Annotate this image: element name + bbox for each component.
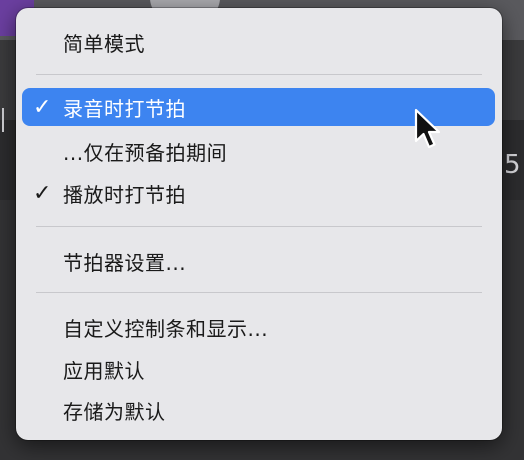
menu-item-metronome-settings[interactable]: 节拍器设置... [16, 242, 502, 280]
menu-item-label: 播放时打节拍 [63, 182, 186, 207]
menu-item-apply-default[interactable]: 应用默认 [16, 350, 502, 388]
menu-item-label: ...仅在预备拍期间 [63, 140, 228, 165]
mouse-pointer-icon [414, 108, 441, 149]
menu-item-label: 应用默认 [63, 358, 145, 383]
menu-item-label: 简单模式 [63, 31, 145, 56]
menu-item-save-as-default[interactable]: 存储为默认 [16, 391, 502, 429]
checkmark-icon: ✓ [33, 180, 52, 206]
menu-item-simple-mode[interactable]: 简单模式 [16, 23, 502, 61]
menu-item-label: 节拍器设置... [63, 250, 187, 275]
metronome-context-menu: 简单模式 ✓ 录音时打节拍 ...仅在预备拍期间 ✓ 播放时打节拍 节拍器设置.… [16, 8, 502, 440]
menu-separator [36, 74, 482, 75]
menu-item-label: 自定义控制条和显示... [63, 316, 269, 341]
background-lcd-digit: 5 [504, 150, 521, 180]
menu-separator [36, 292, 482, 293]
menu-item-click-while-playing[interactable]: ✓ 播放时打节拍 [16, 174, 502, 212]
checkmark-icon: ✓ [33, 94, 52, 120]
menu-item-customize-control-bar[interactable]: 自定义控制条和显示... [16, 308, 502, 346]
menu-item-label: 录音时打节拍 [63, 96, 186, 121]
menu-separator [36, 226, 482, 227]
menu-item-label: 存储为默认 [63, 399, 166, 424]
